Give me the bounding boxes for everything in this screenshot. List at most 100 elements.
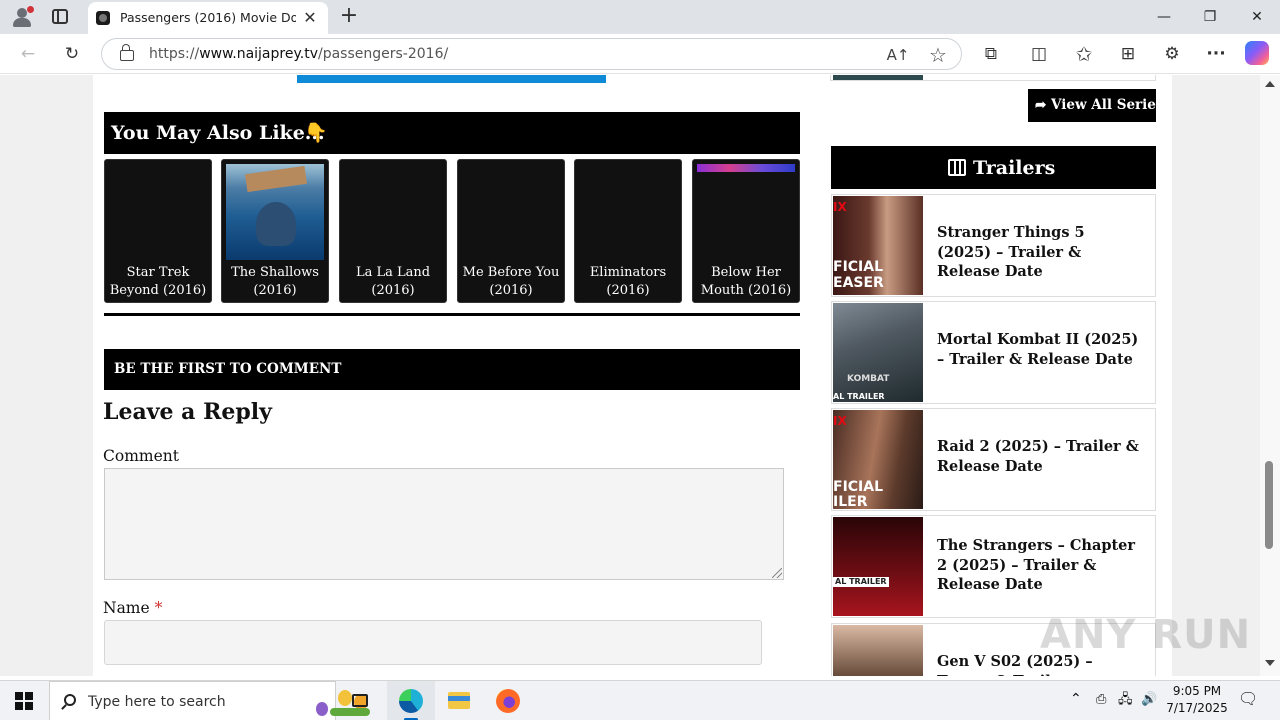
page-scrollbar[interactable] xyxy=(1260,75,1280,676)
leave-reply-heading: Leave a Reply xyxy=(103,399,272,425)
trailer-item[interactable]: KOMBAT AL TRAILER Mortal Kombat II (2025… xyxy=(831,301,1156,404)
anyrun-watermark: ANY RUN xyxy=(1040,612,1252,658)
scroll-down-arrow-icon[interactable] xyxy=(1265,660,1275,666)
firefox-icon[interactable] xyxy=(484,681,532,720)
view-all-series-button[interactable]: ➦ View All Series xyxy=(1028,89,1164,122)
related-card[interactable]: The Shallows (2016) xyxy=(221,159,329,303)
trailer-thumbnail[interactable]: IX FICIAL EASER xyxy=(833,196,923,295)
notifications-icon[interactable]: 🗨 xyxy=(1238,691,1258,707)
download-button-edge[interactable] xyxy=(297,75,606,83)
more-menu-icon[interactable]: ··· xyxy=(1202,40,1230,68)
trailer-title[interactable]: Mortal Kombat II (2025) – Trailer & Rele… xyxy=(937,330,1143,369)
new-tab-button[interactable]: + xyxy=(337,5,361,29)
favorite-star-icon[interactable]: ☆ xyxy=(926,43,950,67)
poster-image[interactable] xyxy=(462,164,560,260)
window-restore-button[interactable]: ❐ xyxy=(1187,5,1233,29)
taskbar-search-placeholder[interactable]: Type here to search xyxy=(88,693,226,711)
lock-icon[interactable] xyxy=(120,44,134,61)
favorites-icon[interactable]: ✩ xyxy=(1070,40,1098,68)
trailer-thumbnail[interactable]: AL TRAILER xyxy=(833,517,923,616)
section-title: You May Also Like... xyxy=(111,122,325,144)
related-card-title[interactable]: Star Trek Beyond (2016) xyxy=(107,264,209,300)
copilot-icon[interactable] xyxy=(1245,41,1269,65)
comment-count-banner: BE THE FIRST TO COMMENT xyxy=(104,349,800,390)
series-thumbnail[interactable] xyxy=(833,75,923,80)
trailer-item[interactable]: IX FICIAL ILER Raid 2 (2025) – Trailer &… xyxy=(831,408,1156,511)
trailer-thumbnail[interactable] xyxy=(833,625,923,676)
comment-label: Comment xyxy=(103,447,179,465)
related-card[interactable]: Eliminators (2016) xyxy=(574,159,682,303)
required-mark: * xyxy=(154,599,163,617)
task-view-icon[interactable] xyxy=(336,681,384,720)
file-explorer-icon[interactable] xyxy=(435,681,483,720)
window-close-button[interactable]: ✕ xyxy=(1234,5,1280,29)
related-card[interactable]: Star Trek Beyond (2016) xyxy=(104,159,212,303)
trailer-item[interactable]: IX FICIAL EASER Stranger Things 5 (2025)… xyxy=(831,194,1156,297)
page-viewport: You May Also Like... 👇 Star Trek Beyond … xyxy=(0,75,1280,676)
clock-date: 7/17/2025 xyxy=(1166,701,1228,715)
tray-device-icon[interactable]: ⎙ xyxy=(1096,692,1106,707)
clock-time: 9:05 PM xyxy=(1172,684,1222,698)
related-card-title[interactable]: Below Her Mouth (2016) xyxy=(695,264,797,300)
collections-icon[interactable]: ⊞ xyxy=(1114,40,1142,68)
profile-icon[interactable] xyxy=(10,6,34,28)
related-card-title[interactable]: The Shallows (2016) xyxy=(224,264,326,300)
windows-taskbar: Type here to search ⌃ ⎙ 🖧 🔊 9:05 PM 7/17… xyxy=(0,680,1280,720)
browser-essentials-icon[interactable]: ⚙ xyxy=(1158,40,1186,68)
textarea-resize-handle[interactable] xyxy=(772,568,782,578)
trailer-thumbnail[interactable]: IX FICIAL ILER xyxy=(833,410,923,509)
related-card[interactable]: Me Before You (2016) xyxy=(457,159,565,303)
related-card[interactable]: La La Land (2016) xyxy=(339,159,447,303)
related-card[interactable]: Below Her Mouth (2016) xyxy=(692,159,800,303)
page-content: You May Also Like... 👇 Star Trek Beyond … xyxy=(93,75,1172,676)
trailers-heading: Trailers xyxy=(831,146,1156,189)
poster-image[interactable] xyxy=(226,164,324,260)
volume-icon[interactable]: 🔊 xyxy=(1141,692,1157,707)
tray-clock[interactable]: 9:05 PM 7/17/2025 xyxy=(1164,684,1230,716)
poster-image[interactable] xyxy=(344,164,442,260)
poster-image[interactable] xyxy=(697,164,795,172)
you-may-also-like-heading: You May Also Like... 👇 xyxy=(104,112,800,154)
film-icon xyxy=(948,159,966,176)
comment-banner-text: BE THE FIRST TO COMMENT xyxy=(114,361,342,377)
tab-title: Passengers (2016) Movie Download xyxy=(120,10,296,25)
section-divider xyxy=(104,313,800,316)
browser-titlebar: Passengers (2016) Movie Download ✕ + — ❐… xyxy=(0,0,1280,34)
browser-tab-active[interactable]: Passengers (2016) Movie Download ✕ xyxy=(88,2,328,34)
comment-textarea[interactable] xyxy=(104,468,784,580)
related-card-title[interactable]: Me Before You (2016) xyxy=(460,264,562,300)
poster-image[interactable] xyxy=(109,164,207,260)
back-arrow-icon[interactable]: ← xyxy=(14,40,42,68)
read-aloud-icon[interactable]: A↑ xyxy=(886,43,910,67)
poster-image[interactable] xyxy=(579,164,677,260)
tab-actions-icon[interactable] xyxy=(52,9,68,24)
scroll-up-arrow-icon[interactable] xyxy=(1265,81,1275,87)
related-card-title[interactable]: Eliminators (2016) xyxy=(577,264,679,300)
trailer-title[interactable]: The Strangers – Chapter 2 (2025) – Trail… xyxy=(937,536,1143,595)
name-label: Name * xyxy=(103,599,163,617)
taskbar-search[interactable]: Type here to search xyxy=(49,681,370,720)
pointing-down-icon: 👇 xyxy=(304,122,328,144)
tab-close-icon[interactable]: ✕ xyxy=(300,8,320,28)
split-screen-icon[interactable]: ◫ xyxy=(1025,40,1053,68)
network-icon[interactable]: 🖧 xyxy=(1118,692,1133,707)
related-posts: Star Trek Beyond (2016) The Shallows (20… xyxy=(104,159,800,303)
tray-chevron-icon[interactable]: ⌃ xyxy=(1070,692,1082,707)
edge-taskbar-icon[interactable] xyxy=(387,681,435,720)
site-favicon-icon xyxy=(96,11,110,25)
refresh-icon[interactable]: ↻ xyxy=(58,40,86,68)
related-card-title[interactable]: La La Land (2016) xyxy=(342,264,444,300)
trailers-title: Trailers xyxy=(973,157,1056,179)
trailer-item[interactable]: AL TRAILER The Strangers – Chapter 2 (20… xyxy=(831,515,1156,618)
windows-start-icon[interactable] xyxy=(15,692,33,710)
window-minimize-button[interactable]: — xyxy=(1141,5,1187,29)
name-input[interactable] xyxy=(104,620,762,665)
trailer-thumbnail[interactable]: KOMBAT AL TRAILER xyxy=(833,303,923,402)
url-text[interactable]: https://www.naijaprey.tv/passengers-2016… xyxy=(149,45,448,63)
trailer-title[interactable]: Raid 2 (2025) – Trailer & Release Date xyxy=(937,437,1143,476)
extensions-icon[interactable]: ⧉ xyxy=(977,40,1005,68)
trailer-title[interactable]: Stranger Things 5 (2025) – Trailer & Rel… xyxy=(937,223,1143,282)
browser-toolbar: ← ↻ https://www.naijaprey.tv/passengers-… xyxy=(0,34,1280,74)
scroll-thumb[interactable] xyxy=(1265,461,1273,549)
address-bar[interactable]: https://www.naijaprey.tv/passengers-2016… xyxy=(101,38,962,70)
